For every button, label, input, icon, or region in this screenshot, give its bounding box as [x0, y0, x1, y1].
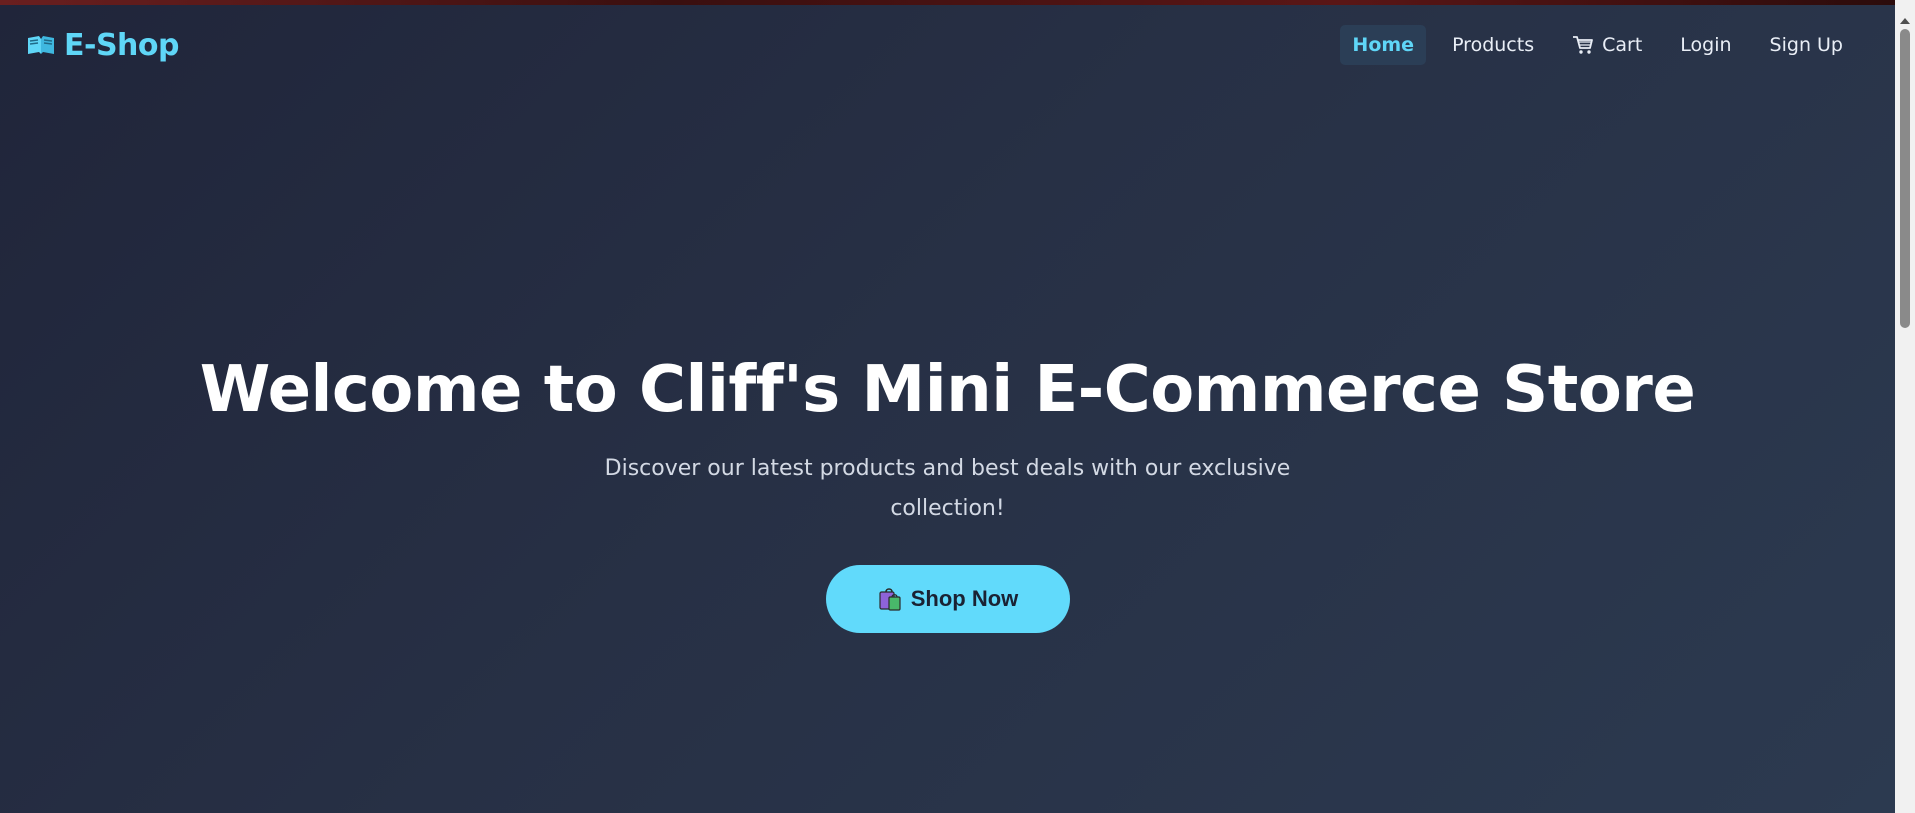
shopping-cart-icon — [1572, 35, 1594, 55]
nav-link-login-label: Login — [1680, 34, 1732, 56]
hero-title: Welcome to Cliff's Mini E-Commerce Store — [199, 353, 1696, 427]
brand-label: E-Shop — [64, 27, 180, 63]
scrollbar-thumb[interactable] — [1900, 29, 1910, 328]
shopping-bags-icon — [877, 586, 903, 612]
nav-link-login[interactable]: Login — [1668, 25, 1743, 65]
nav-link-cart-label: Cart — [1602, 34, 1643, 56]
hero-section: Welcome to Cliff's Mini E-Commerce Store… — [0, 85, 1895, 813]
nav-link-signup-label: Sign Up — [1769, 34, 1843, 56]
books-icon — [26, 34, 56, 56]
nav-link-products[interactable]: Products — [1440, 25, 1546, 65]
nav-link-signup[interactable]: Sign Up — [1758, 25, 1855, 65]
nav-link-home[interactable]: Home — [1340, 25, 1427, 65]
nav-link-cart[interactable]: Cart — [1560, 25, 1654, 65]
shop-now-button[interactable]: Shop Now — [825, 565, 1070, 633]
vertical-scrollbar[interactable] — [1895, 0, 1915, 813]
nav-link-products-label: Products — [1452, 34, 1535, 56]
nav-links: Home Products Cart Login Sign Up — [1340, 25, 1855, 65]
nav-link-home-label: Home — [1352, 34, 1415, 56]
hero-subtitle: Discover our latest products and best de… — [604, 456, 1291, 521]
shop-now-label: Shop Now — [910, 586, 1019, 611]
scroll-up-arrow-icon[interactable] — [1900, 18, 1910, 24]
brand-logo[interactable]: E-Shop — [26, 27, 180, 63]
navbar: E-Shop Home Products Cart Login Sign Up — [0, 5, 1895, 85]
